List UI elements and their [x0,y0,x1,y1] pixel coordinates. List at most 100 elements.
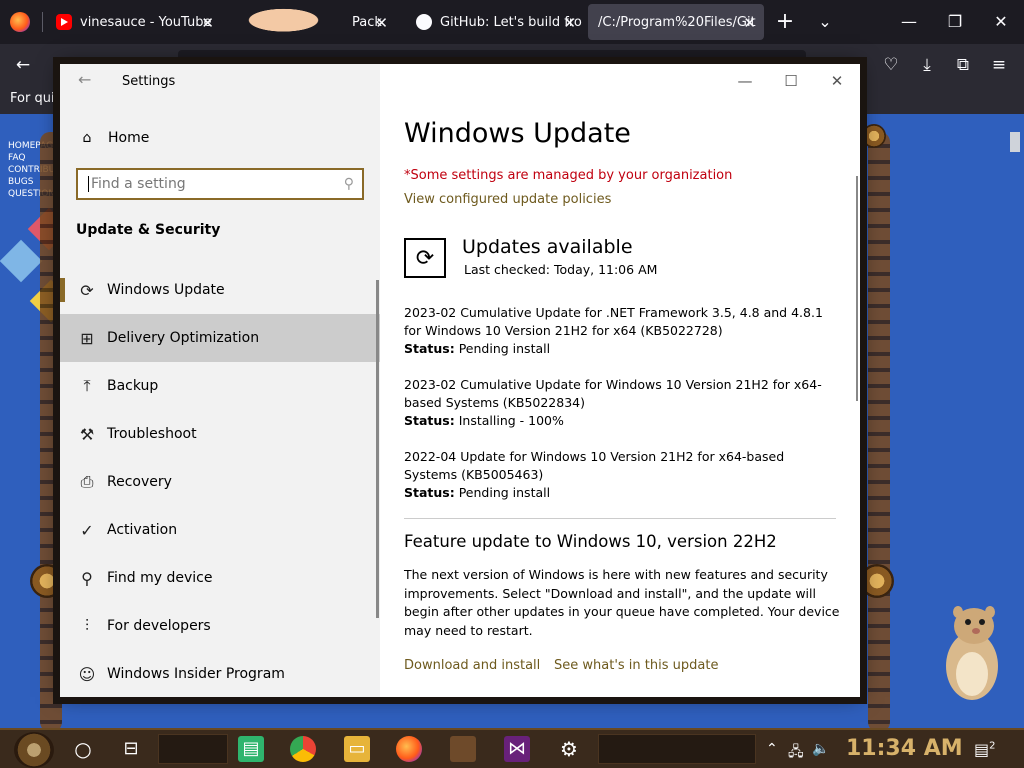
sidebar-item-troubleshoot[interactable]: ⚒ Troubleshoot [60,410,380,458]
sidebar-item-backup[interactable]: ⤒ Backup [60,362,380,410]
hamburger-menu-icon[interactable]: ≡ [988,54,1010,76]
tab-github[interactable]: GitHub: Let's build fro ✕ [406,4,584,40]
status-label: Status: [404,485,455,500]
github-icon [416,14,432,30]
sidebar-item-label: Windows Insider Program [107,666,285,682]
search-icon: ⚲ [343,176,354,192]
close-button[interactable]: ✕ [822,70,852,92]
page-title: Windows Update [404,118,631,149]
last-checked-text: Last checked: Today, 11:06 AM [464,262,658,277]
notification-center-icon[interactable]: ▤2 [974,740,996,759]
close-tab-icon[interactable]: ✕ [743,14,756,32]
recovery-icon: ⎙ [80,472,94,491]
sidebar-item-activation[interactable]: ✓ Activation [60,506,380,554]
update-status: Installing - 100% [458,413,564,428]
task-view-icon[interactable]: ⊟ [118,736,144,762]
settings-gear-icon[interactable]: ⚙ [556,736,582,762]
file-explorer-icon[interactable]: ▭ [344,736,370,762]
sidebar-item-delivery-optimization[interactable]: ⊞ Delivery Optimization [60,314,380,362]
chevron-up-icon[interactable]: ⌃ [766,741,778,757]
sheets-app-icon[interactable]: ▤ [238,736,264,762]
tab-separator [42,12,43,32]
restore-button[interactable]: ❐ [932,8,978,36]
window-title: Settings [122,74,176,89]
sidebar-item-recovery[interactable]: ⎙ Recovery [60,458,380,506]
status-label: Status: [404,413,455,428]
tab-label: GitHub: Let's build fro [440,14,582,30]
notification-count: 2 [989,740,996,752]
main-scrollbar[interactable] [856,176,858,401]
find-setting-input[interactable]: Find a setting ⚲ [76,168,364,200]
sidebar-item-label: For developers [107,618,211,634]
git-logo-shape [0,239,43,283]
home-label: Home [108,130,150,146]
update-entry: 2022-04 Update for Windows 10 Version 21… [404,448,834,502]
minimize-button[interactable]: — [886,8,932,36]
page-scrollbar-thumb[interactable] [1010,132,1020,152]
hamster-icon [946,606,998,700]
settings-window: ← Settings ⌂ Home Find a setting ⚲ Updat… [60,64,860,697]
page-scrollbar[interactable] [1006,114,1024,728]
gear-icon [860,564,894,598]
cartoon-face-icon [234,4,344,40]
sidebar-scrollbar[interactable] [376,280,379,618]
firefox-icon[interactable] [396,736,422,762]
bookmark-text[interactable]: For quic [10,91,62,106]
update-entry: 2023-02 Cumulative Update for Windows 10… [404,376,834,430]
update-status-title: Updates available [462,236,633,258]
sidebar-item-find-my-device[interactable]: ⚲ Find my device [60,554,380,602]
extensions-icon[interactable]: ⧉ [952,54,974,76]
taskbar-clock[interactable]: 11:34 AM [846,736,963,761]
managed-notice: *Some settings are managed by your organ… [404,168,733,183]
section-title: Update & Security [76,222,221,238]
sidebar-item-for-developers[interactable]: ⫶ For developers [60,602,380,650]
whats-new-link[interactable]: See what's in this update [554,658,718,673]
close-tab-icon[interactable]: ✕ [201,14,214,32]
gear-icon [862,124,886,148]
update-status: Pending install [458,485,551,500]
download-icon[interactable]: ⤓ [916,54,938,76]
feature-update-title: Feature update to Windows 10, version 22… [404,532,777,551]
pocket-icon[interactable]: ♡ [880,54,902,76]
tab-git-release-notes[interactable]: /C:/Program%20Files/Git ✕ [588,4,764,40]
youtube-icon [56,14,72,30]
cortana-icon[interactable]: ○ [70,736,96,762]
tab-pack[interactable]: Pack ✕ [226,4,396,40]
chrome-icon[interactable] [290,736,316,762]
back-arrow-icon[interactable]: ← [78,70,91,89]
game-app-icon[interactable] [450,736,476,762]
settings-sidebar: ← Settings ⌂ Home Find a setting ⚲ Updat… [60,64,380,697]
download-install-link[interactable]: Download and install [404,658,540,673]
volume-muted-icon[interactable]: 🔈 [812,741,829,757]
gear-icon [30,564,64,598]
firefox-menu-icon[interactable] [10,12,30,32]
taskbar-slot [158,734,228,764]
close-tab-icon[interactable]: ✕ [563,14,576,32]
sidebar-item-label: Windows Update [107,282,225,298]
settings-main-pane: — ☐ ✕ Windows Update *Some settings are … [380,64,860,697]
search-placeholder: Find a setting [91,176,186,192]
tab-youtube[interactable]: vinesauce - YouTube ✕ [46,4,222,40]
home-link[interactable]: ⌂ Home [60,124,380,152]
status-label: Status: [404,341,455,356]
network-icon[interactable]: 🖧 [788,741,804,765]
minimize-button[interactable]: — [730,70,760,92]
close-window-button[interactable]: ✕ [978,8,1024,36]
maximize-button[interactable]: ☐ [776,70,806,92]
close-tab-icon[interactable]: ✕ [375,14,388,32]
visual-studio-icon[interactable]: ⋈ [504,736,530,762]
sidebar-item-windows-insider[interactable]: ☺ Windows Insider Program [60,650,380,697]
back-arrow-icon[interactable]: ← [12,54,34,76]
sliders-icon: ⫶ [84,616,89,635]
chevron-down-icon[interactable]: ⌄ [802,8,848,36]
start-button[interactable] [14,732,54,768]
tab-label: /C:/Program%20Files/Git [598,14,756,30]
update-status: Pending install [458,341,551,356]
sidebar-item-windows-update[interactable]: ⟳ Windows Update [60,266,380,314]
backup-icon: ⤒ [83,376,91,395]
tab-label: vinesauce - YouTube [80,14,212,30]
person-pin-icon: ⚲ [81,568,93,588]
sidebar-item-label: Activation [107,522,178,538]
view-policies-link[interactable]: View configured update policies [404,192,611,207]
steampunk-pipe-right [868,132,890,728]
